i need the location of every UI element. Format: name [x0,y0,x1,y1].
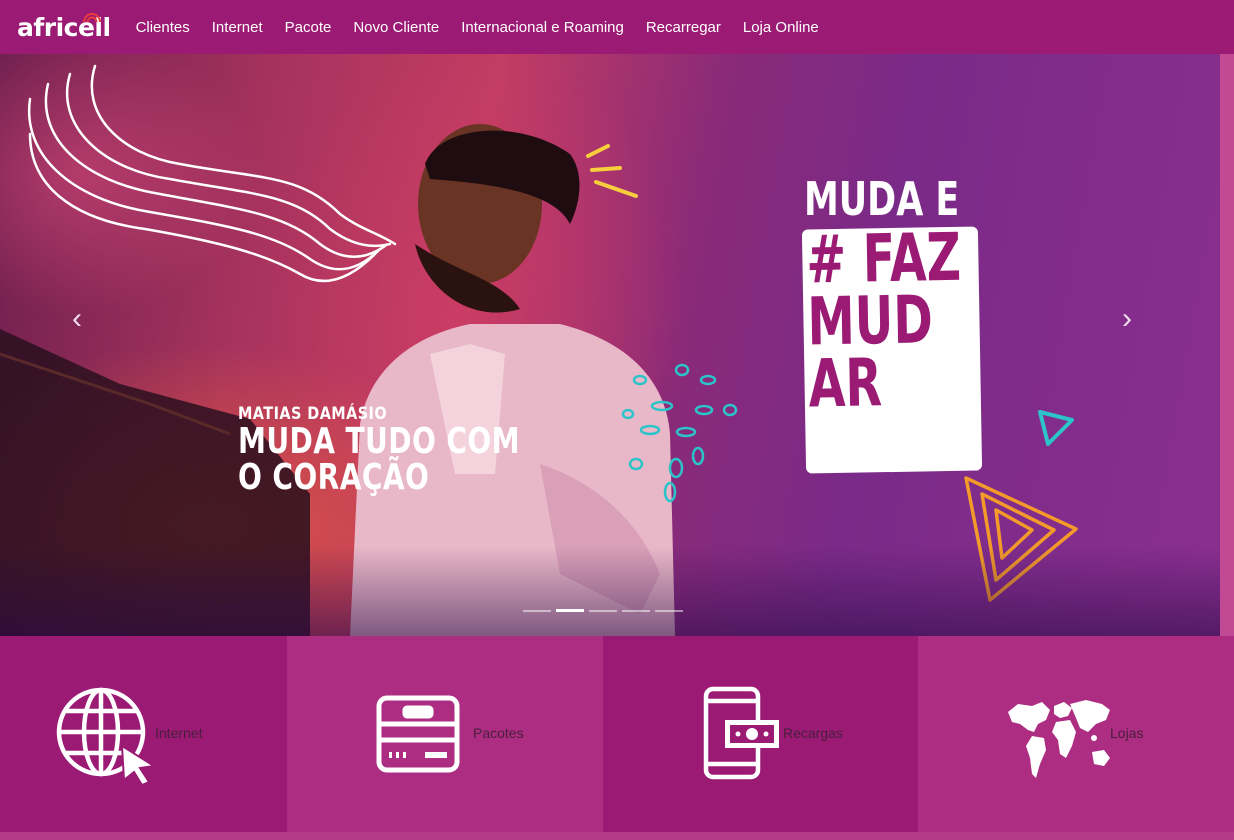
nav-internacional-roaming[interactable]: Internacional e Roaming [461,19,624,36]
chevron-left-icon: ‹ [72,302,82,335]
hero-carousel[interactable]: ‹ › MATIAS DAMÁSIO MUDA TUDO COM O CORAÇ… [0,54,1220,636]
tile-lojas[interactable]: Lojas [918,636,1234,832]
nav-clientes[interactable]: Clientes [136,19,190,36]
hero-artwork [0,64,1078,636]
globe-cursor-icon [56,687,156,786]
tile-lojas-label: Lojas [1110,725,1144,741]
tile-pacotes-label: Pacotes [473,725,524,741]
carousel-indicator-2[interactable] [556,609,584,612]
phone-money-icon [703,686,779,780]
wave-lines-decoration [27,64,397,283]
hero-caption: MATIAS DAMÁSIO MUDA TUDO COM O CORAÇÃO [238,404,600,496]
carousel-indicator-1[interactable] [523,610,551,612]
top-navbar: africell Clientes Internet Pacote Novo C… [0,0,1234,54]
tile-recargas[interactable]: Recargas [603,636,918,832]
carousel-indicators [523,609,683,612]
teal-triangle-decoration [1038,410,1074,446]
carousel-indicator-4[interactable] [622,610,650,612]
carousel-next-button[interactable]: › [1112,304,1142,334]
tile-internet-label: Internet [155,725,203,741]
tile-pacotes[interactable]: Pacotes [287,636,603,832]
nav-pacote[interactable]: Pacote [285,19,332,36]
chevron-right-icon: › [1122,302,1132,335]
africell-logo[interactable]: africell [17,0,111,54]
campaign-badge: MUDA E # FAZ MUD AR [801,172,1008,474]
carousel-indicator-3[interactable] [589,610,617,612]
caption-headline-line-1: MUDA TUDO COM [238,421,520,462]
carousel-indicator-5[interactable] [655,610,683,612]
signal-waves-icon [83,13,101,23]
tile-internet[interactable]: Internet [0,636,287,832]
nav-internet[interactable]: Internet [212,19,263,36]
campaign-hashtag-box: # FAZ MUD AR [801,219,983,474]
nav-novo-cliente[interactable]: Novo Cliente [353,19,439,36]
campaign-line-3: AR [807,344,883,423]
carousel-prev-button[interactable]: ‹ [62,304,92,334]
nav-recarregar[interactable]: Recarregar [646,19,721,36]
orange-triangle-decoration [964,476,1078,602]
singer-figure [350,124,675,636]
right-edge-strip [1220,54,1234,636]
campaign-top-text: MUDA E [804,172,960,226]
caption-headline-line-2: O CORAÇÃO [238,457,430,498]
nav-loja-online[interactable]: Loja Online [743,19,819,36]
package-box-icon [376,695,460,773]
yellow-dashes-decoration [586,144,638,198]
tile-recargas-label: Recargas [783,725,843,741]
bottom-edge-strip [0,832,1234,840]
feature-tiles: Internet Pacotes Recargas Lojas [0,636,1234,832]
world-map-icon [1008,700,1110,778]
